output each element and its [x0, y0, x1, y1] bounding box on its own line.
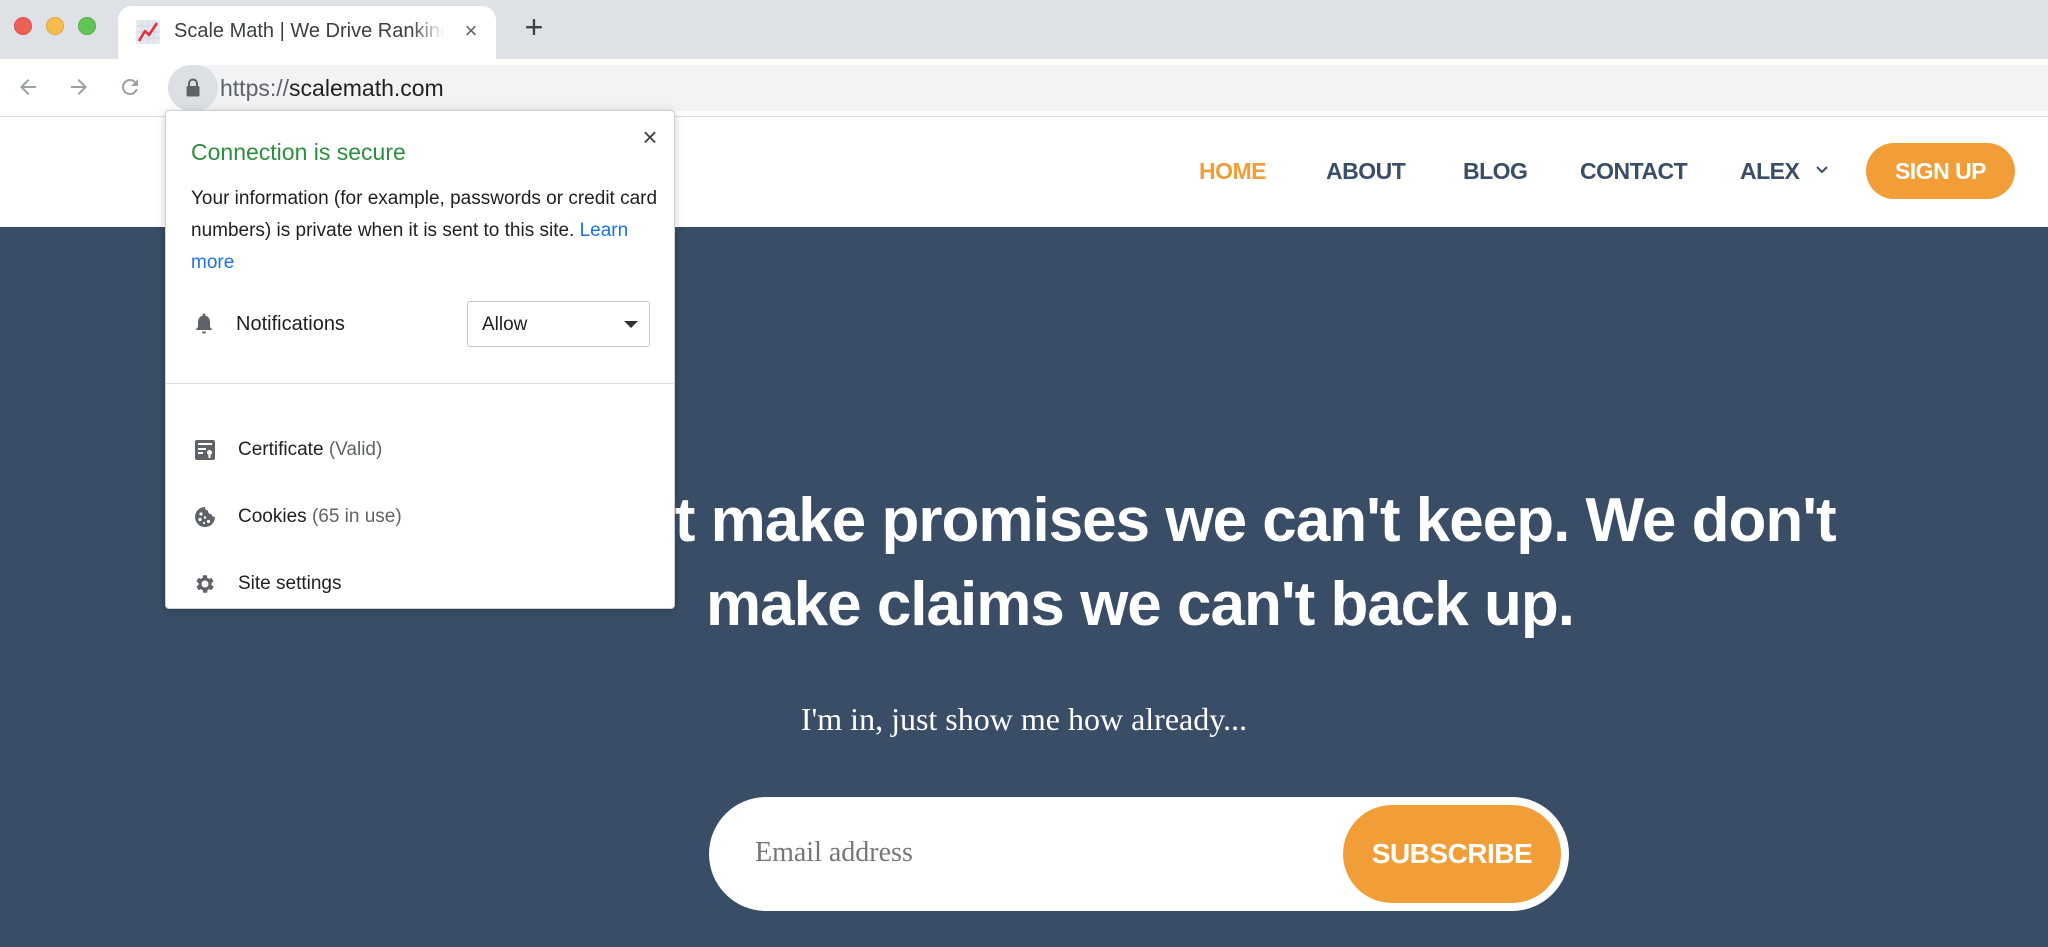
certificate-label: Certificate (Valid) — [238, 439, 382, 461]
notifications-label: Notifications — [236, 313, 345, 335]
nav-contact[interactable]: CONTACT — [1580, 158, 1688, 185]
tab-close-icon[interactable]: × — [458, 18, 484, 44]
sign-up-button[interactable]: SIGN UP — [1866, 143, 2015, 199]
nav-blog[interactable]: BLOG — [1463, 158, 1528, 185]
nav-user-menu[interactable]: ALEX — [1740, 158, 1800, 185]
cookies-item[interactable]: Cookies (65 in use) — [166, 492, 674, 542]
tab-strip: Scale Math | We Drive Rankings × + — [0, 0, 2048, 59]
certificate-text: Certificate — [238, 439, 324, 460]
chart-increasing-icon — [136, 20, 160, 44]
url-text[interactable]: https://scalemath.com — [220, 75, 444, 102]
close-icon[interactable]: × — [636, 123, 664, 151]
bell-icon — [196, 313, 212, 334]
notifications-row: Notifications Allow — [166, 301, 676, 351]
certificate-item[interactable]: Certificate (Valid) — [166, 425, 674, 475]
cookies-label: Cookies (65 in use) — [238, 506, 402, 528]
url-host: scalemath.com — [289, 75, 444, 101]
subscribe-button[interactable]: SUBSCRIBE — [1343, 805, 1561, 903]
caret-down-icon — [624, 321, 638, 328]
subscribe-form: SUBSCRIBE — [709, 797, 1569, 911]
window-zoom-button[interactable] — [78, 17, 96, 35]
forward-button[interactable] — [63, 71, 95, 103]
browser-tab[interactable]: Scale Math | We Drive Rankings × — [118, 6, 496, 59]
tab-title: Scale Math | We Drive Rankings — [174, 20, 444, 42]
nav-home[interactable]: HOME — [1199, 158, 1267, 185]
address-bar[interactable]: https://scalemath.com — [168, 65, 2048, 111]
window-close-button[interactable] — [14, 17, 32, 35]
nav-about[interactable]: ABOUT — [1326, 158, 1406, 185]
notifications-select[interactable]: Allow — [467, 301, 650, 347]
new-tab-button[interactable]: + — [518, 11, 550, 44]
hero-subline: I'm in, just show me how already... — [800, 701, 1248, 737]
divider — [166, 383, 674, 384]
window-minimize-button[interactable] — [46, 17, 64, 35]
certificate-status: (Valid) — [328, 439, 383, 460]
chevron-down-icon[interactable] — [1814, 162, 1830, 178]
page-info-popup: × Connection is secure Your information … — [165, 110, 675, 609]
notifications-value: Allow — [482, 314, 528, 335]
browser-toolbar: https://scalemath.com — [0, 59, 2048, 117]
arrow-left-icon — [20, 79, 36, 95]
site-settings-item[interactable]: Site settings — [166, 559, 674, 609]
reload-icon — [121, 78, 138, 95]
back-button[interactable] — [12, 71, 44, 103]
reload-button[interactable] — [114, 71, 146, 103]
site-settings-label: Site settings — [238, 573, 342, 594]
certificate-icon — [195, 440, 215, 460]
cookie-icon — [195, 507, 215, 527]
site-info-button[interactable] — [168, 65, 218, 111]
cookies-count: (65 in use) — [311, 506, 402, 527]
url-scheme: https:// — [220, 75, 290, 101]
gear-icon — [196, 575, 214, 593]
arrow-right-icon — [71, 79, 87, 95]
lock-icon — [186, 78, 200, 97]
cookies-text: Cookies — [238, 506, 307, 527]
connection-status-title: Connection is secure — [191, 139, 406, 165]
email-input[interactable] — [755, 827, 1315, 879]
connection-description: Your information (for example, passwords… — [191, 183, 661, 279]
